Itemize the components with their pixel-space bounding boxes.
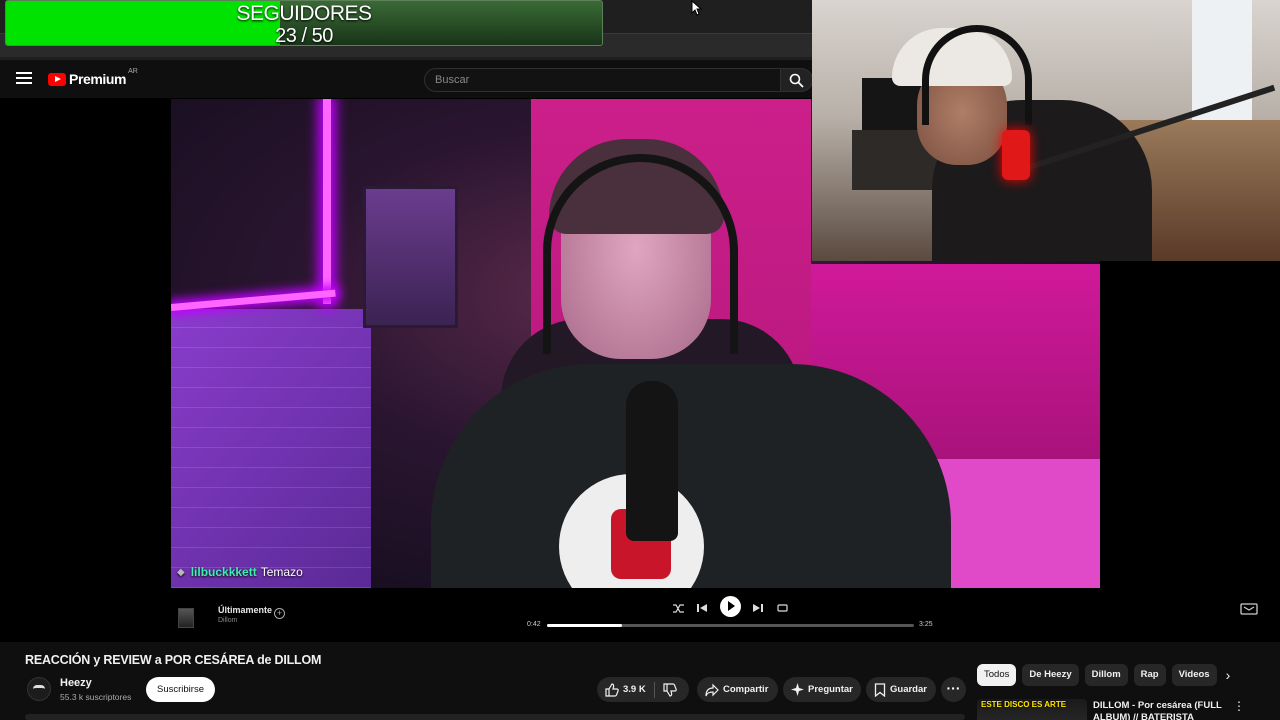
- chat-text: Temazo: [260, 565, 303, 579]
- microphone: [626, 381, 678, 541]
- goal-count: 23 / 50: [275, 25, 333, 46]
- followers-goal-overlay: SEGUIDORES 23 / 50: [5, 0, 603, 46]
- webcam-overlay: [812, 0, 1280, 261]
- sparkle-icon: [791, 683, 804, 696]
- search-input[interactable]: Buscar: [424, 68, 781, 92]
- description-box[interactable]: [25, 714, 965, 720]
- goal-text: SEGUIDORES 23 / 50: [6, 1, 602, 45]
- play-button[interactable]: [720, 596, 741, 617]
- ask-button[interactable]: Preguntar: [783, 677, 861, 702]
- cam-headphones: [922, 25, 1032, 125]
- youtube-play-icon: [48, 72, 66, 86]
- recommended-video-title[interactable]: DILLOM - Por cesárea (FULL ALBUM) // BAT…: [1093, 700, 1223, 720]
- thumbnail-text: ESTE DISCO ES ARTE: [981, 700, 1067, 709]
- search-button[interactable]: [781, 68, 813, 92]
- chip-dillom[interactable]: Dillom: [1084, 664, 1128, 686]
- neon-light-vertical: [323, 99, 331, 304]
- shuffle-icon[interactable]: [670, 600, 686, 616]
- thumbs-down-icon: [663, 682, 677, 697]
- seek-bar[interactable]: [547, 624, 914, 627]
- like-dislike-group: 3.9 K: [597, 677, 689, 702]
- song-artist[interactable]: Dillom: [218, 617, 237, 624]
- channel-subscribers: 55.3 k suscriptores: [60, 692, 132, 702]
- album-thumbnail[interactable]: [178, 608, 194, 628]
- recommended-video-thumbnail[interactable]: ESTE DISCO ES ARTE: [977, 699, 1087, 720]
- thumbs-up-icon: [605, 682, 619, 697]
- headphones: [543, 154, 738, 354]
- mouse-cursor-icon: [691, 0, 703, 16]
- more-actions-icon[interactable]: ···: [941, 677, 966, 702]
- youtube-header: Premium AR Buscar: [0, 60, 813, 98]
- song-title[interactable]: Últimamente: [218, 605, 272, 615]
- chip-rap[interactable]: Rap: [1133, 664, 1166, 686]
- neon-light-horizontal: [171, 289, 336, 311]
- screen: SEGUIDORES 23 / 50 Premium AR Buscar ◆ l…: [0, 0, 1280, 720]
- chat-message: ◆ lilbuckkkett Temazo: [177, 565, 303, 579]
- subscribe-button[interactable]: Suscribirse: [146, 677, 215, 702]
- next-track-icon[interactable]: [750, 600, 766, 616]
- youtube-premium-logo[interactable]: Premium AR: [48, 67, 138, 87]
- logo-text: Premium: [69, 71, 127, 87]
- bg-bricks: [171, 309, 371, 588]
- wall-picture-frame: [363, 186, 458, 328]
- add-to-library-icon[interactable]: +: [274, 608, 285, 619]
- cam-window: [1192, 0, 1252, 140]
- country-code: AR: [128, 67, 138, 75]
- share-button[interactable]: Compartir: [697, 677, 778, 702]
- chat-username: lilbuckkkett: [190, 565, 257, 579]
- repeat-icon[interactable]: [774, 600, 790, 616]
- seek-progress: [547, 624, 623, 627]
- kebab-menu-icon[interactable]: ⋮: [1233, 699, 1245, 713]
- chip-videos[interactable]: Videos: [1171, 664, 1217, 686]
- bookmark-icon: [874, 682, 886, 697]
- dislike-button[interactable]: [655, 677, 685, 702]
- chevron-right-icon[interactable]: ›: [1219, 666, 1237, 684]
- share-icon: [705, 683, 719, 696]
- chip-all[interactable]: Todos: [977, 664, 1017, 686]
- save-label: Guardar: [890, 684, 927, 695]
- duration: 3:25: [919, 621, 933, 628]
- like-button[interactable]: 3.9 K: [597, 677, 654, 702]
- channel-name[interactable]: Heezy: [60, 677, 92, 689]
- goal-label: SEGUIDORES: [236, 2, 372, 25]
- ask-label: Preguntar: [808, 684, 853, 695]
- video-title: REACCIÓN y REVIEW a POR CESÁREA de DILLO…: [25, 653, 322, 667]
- share-label: Compartir: [723, 684, 769, 695]
- miniplayer-icon[interactable]: [1240, 603, 1258, 615]
- video-info-section: REACCIÓN y REVIEW a POR CESÁREA de DILLO…: [0, 642, 1280, 720]
- previous-track-icon[interactable]: [694, 600, 710, 616]
- chip-from-channel[interactable]: De Heezy: [1022, 664, 1079, 686]
- music-player-bar: Últimamente Dillom + 0:42 3:25: [171, 596, 1271, 636]
- cam-microphone: [1002, 130, 1030, 180]
- current-time: 0:42: [527, 621, 541, 628]
- chat-badge-icon: ◆: [177, 566, 185, 578]
- filter-chips: Todos De Heezy Dillom Rap Videos: [977, 664, 1217, 686]
- hamburger-menu-icon[interactable]: [14, 69, 34, 89]
- search-icon: [789, 73, 804, 88]
- like-count: 3.9 K: [623, 684, 646, 695]
- channel-avatar[interactable]: [27, 677, 51, 701]
- save-button[interactable]: Guardar: [866, 677, 936, 702]
